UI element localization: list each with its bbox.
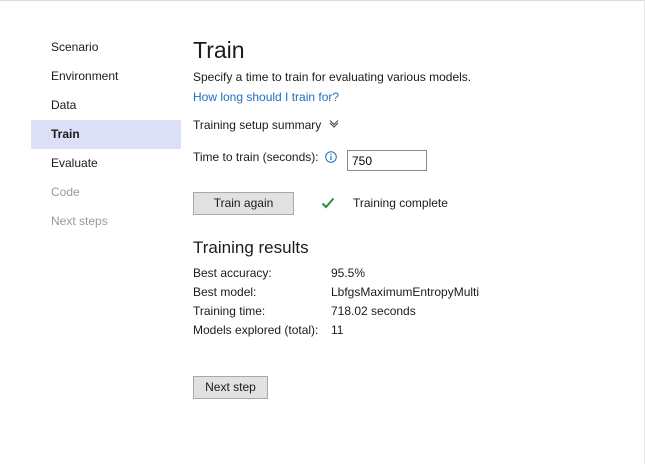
chevron-down-icon xyxy=(329,120,339,128)
time-to-train-row: Time to train (seconds): xyxy=(193,150,427,171)
info-icon[interactable] xyxy=(324,151,337,163)
next-step-button[interactable]: Next step xyxy=(193,376,268,399)
summary-label: Training setup summary xyxy=(193,118,322,132)
result-row-models-explored: Models explored (total): 11 xyxy=(193,321,479,340)
training-setup-summary-toggle[interactable]: Training setup summary xyxy=(193,118,339,132)
status-text: Training complete xyxy=(353,196,448,210)
result-value: 718.02 seconds xyxy=(331,304,416,318)
sidebar-item-data[interactable]: Data xyxy=(31,91,181,120)
result-row-training-time: Training time: 718.02 seconds xyxy=(193,302,479,321)
sidebar-item-scenario[interactable]: Scenario xyxy=(31,33,181,62)
result-row-best-model: Best model: LbfgsMaximumEntropyMulti xyxy=(193,283,479,302)
sidebar-nav: Scenario Environment Data Train Evaluate… xyxy=(31,33,181,236)
page-title: Train xyxy=(193,37,245,63)
train-again-button[interactable]: Train again xyxy=(193,192,294,215)
time-to-train-label: Time to train (seconds): xyxy=(193,150,319,164)
result-value: 11 xyxy=(331,323,344,337)
training-status: Training complete xyxy=(321,196,448,210)
page-description: Specify a time to train for evaluating v… xyxy=(193,70,472,84)
result-label: Best model: xyxy=(193,285,257,299)
checkmark-icon xyxy=(321,197,335,209)
sidebar-item-next-steps: Next steps xyxy=(51,214,108,228)
result-value: LbfgsMaximumEntropyMulti xyxy=(331,285,480,299)
training-results-list: Best accuracy: 95.5% Best model: LbfgsMa… xyxy=(193,264,479,340)
result-label: Best accuracy: xyxy=(193,266,272,280)
sidebar-item-train[interactable]: Train xyxy=(31,120,181,149)
sidebar-item-environment[interactable]: Environment xyxy=(31,62,181,91)
main-panel: Train Specify a time to train for evalua… xyxy=(193,36,633,399)
result-label: Training time: xyxy=(193,304,266,318)
result-row-best-accuracy: Best accuracy: 95.5% xyxy=(193,264,479,283)
sidebar-item-code: Code xyxy=(51,185,80,199)
help-link[interactable]: How long should I train for? xyxy=(193,90,339,104)
sidebar-item-evaluate[interactable]: Evaluate xyxy=(31,149,181,178)
top-divider xyxy=(0,0,645,1)
time-to-train-input[interactable] xyxy=(347,150,427,171)
result-value: 95.5% xyxy=(331,266,366,280)
result-label: Models explored (total): xyxy=(193,323,319,337)
training-results-heading: Training results xyxy=(193,238,309,257)
